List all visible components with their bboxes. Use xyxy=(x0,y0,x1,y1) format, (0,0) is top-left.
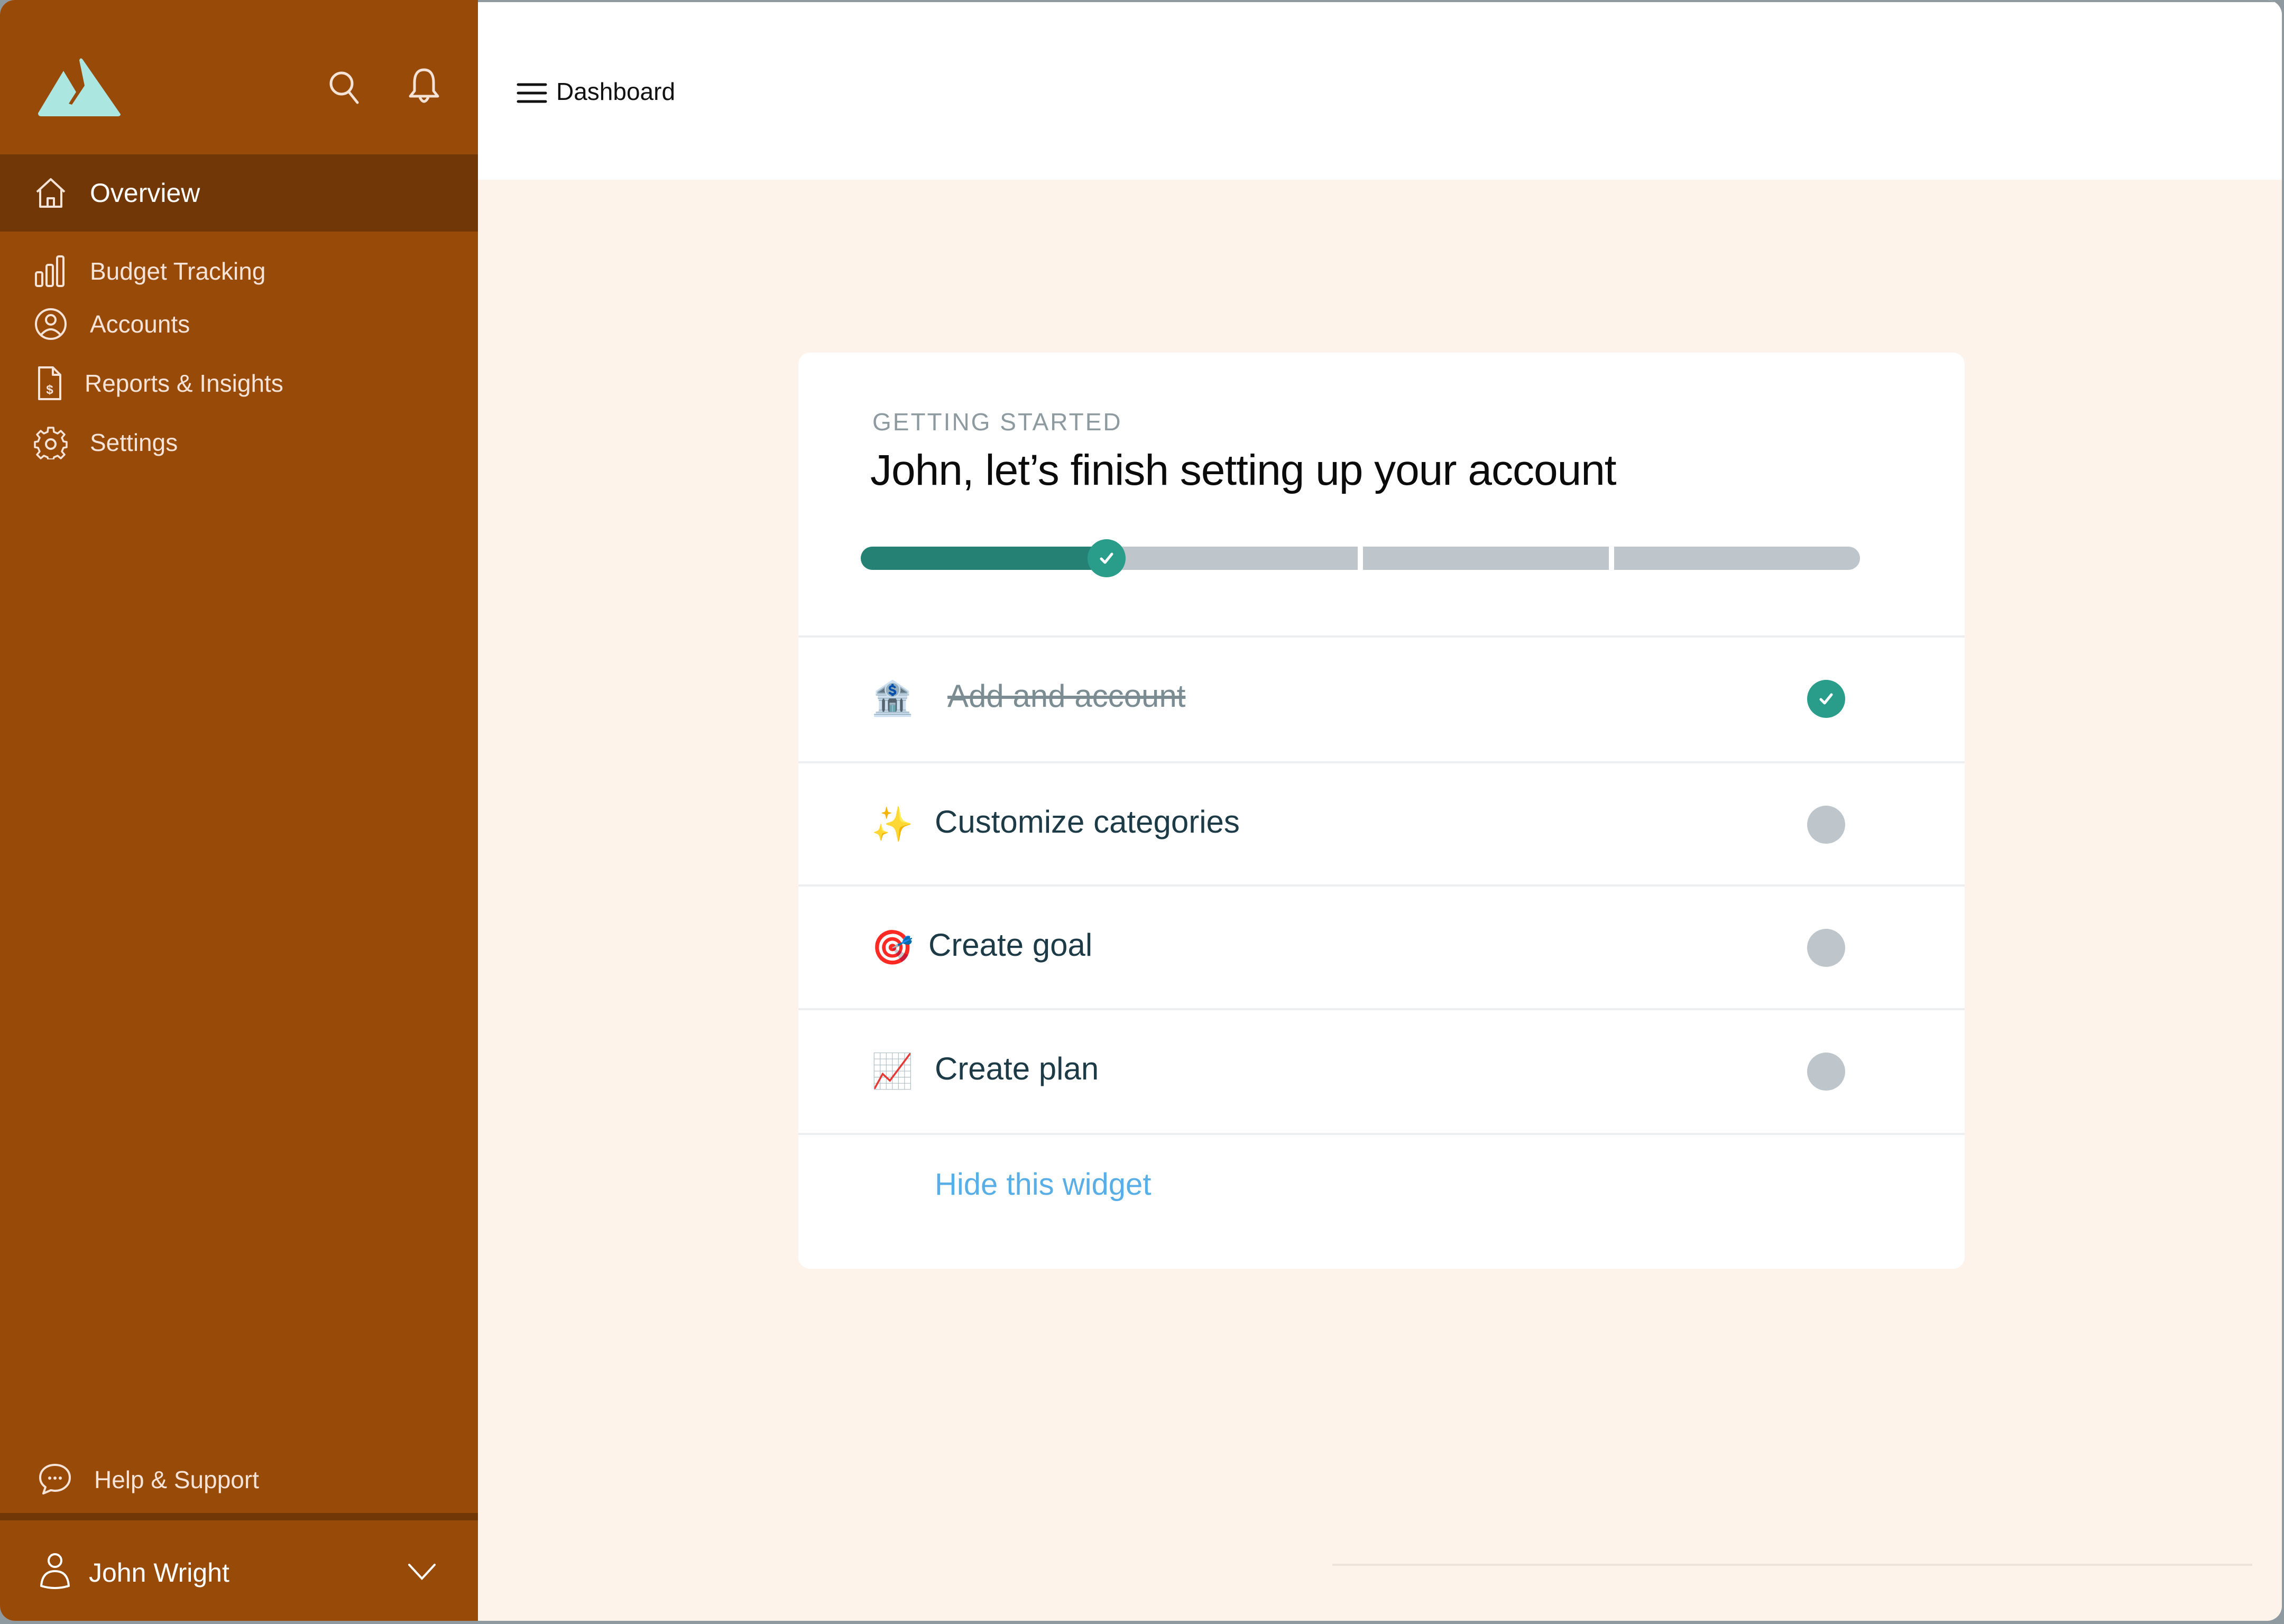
help-support-label: Help & Support xyxy=(94,1466,259,1493)
progress-segment-pending xyxy=(1112,547,1358,570)
mountain-logo-icon[interactable] xyxy=(38,57,121,116)
sparkles-icon: ✨ xyxy=(871,805,914,843)
widget-title: John, let’s finish setting up your accou… xyxy=(870,446,1617,494)
app-window: Overview Budget Tracking Accounts $ Repo… xyxy=(0,0,2282,1621)
divider xyxy=(798,1133,1965,1135)
top-header: Dashboard xyxy=(478,0,2282,180)
chat-bubble-icon xyxy=(39,1464,71,1494)
check-icon xyxy=(1819,693,1833,705)
progress-segment-pending xyxy=(1614,547,1860,570)
sidebar-item-overview[interactable]: Overview xyxy=(0,154,478,232)
task-label: Create goal xyxy=(928,927,1093,963)
sidebar-divider xyxy=(0,1513,478,1520)
chart-increasing-icon: 📈 xyxy=(871,1052,914,1090)
progress-check-icon xyxy=(1088,539,1126,577)
help-support-link[interactable]: Help & Support xyxy=(0,1461,478,1498)
task-row[interactable]: 📈 Create plan xyxy=(798,1010,1965,1134)
task-row[interactable]: 🏦 Add and account xyxy=(798,638,1965,761)
widget-eyebrow: GETTING STARTED xyxy=(872,408,1122,436)
sidebar-item-accounts[interactable]: Accounts xyxy=(0,306,478,343)
user-name: John Wright xyxy=(89,1558,229,1588)
sidebar-item-label: Accounts xyxy=(90,310,190,338)
task-status[interactable] xyxy=(1807,929,1845,967)
home-icon xyxy=(36,178,66,208)
task-status[interactable] xyxy=(1807,680,1845,718)
task-label: Create plan xyxy=(935,1051,1099,1086)
footer-divider xyxy=(1332,1564,2252,1566)
progress-segment-complete xyxy=(861,547,1107,570)
search-icon[interactable] xyxy=(328,68,362,106)
bar-chart-icon xyxy=(35,255,65,287)
gear-icon xyxy=(34,427,68,459)
sidebar-item-settings[interactable]: Settings xyxy=(0,424,478,461)
target-icon: 🎯 xyxy=(871,928,914,966)
user-circle-icon xyxy=(35,308,67,340)
bank-icon: 🏦 xyxy=(871,679,914,717)
user-menu[interactable]: John Wright xyxy=(0,1520,478,1621)
sidebar-item-label: Reports & Insights xyxy=(85,370,283,397)
sidebar-item-label: Settings xyxy=(90,429,178,456)
sidebar-item-reports-insights[interactable]: $ Reports & Insights xyxy=(0,365,478,402)
task-row[interactable]: ✨ Customize categories xyxy=(798,763,1965,887)
hamburger-icon[interactable] xyxy=(516,81,548,105)
bell-icon[interactable] xyxy=(407,68,441,106)
progress-segment-pending xyxy=(1363,547,1609,570)
user-icon xyxy=(40,1553,70,1589)
sidebar-item-budget-tracking[interactable]: Budget Tracking xyxy=(0,253,478,290)
sidebar-item-label: Overview xyxy=(90,178,200,208)
sidebar-item-label: Budget Tracking xyxy=(90,257,266,285)
chevron-down-icon[interactable] xyxy=(406,1558,438,1585)
setup-progress-bar xyxy=(861,539,1860,577)
svg-text:$: $ xyxy=(46,383,53,397)
task-label: Customize categories xyxy=(935,804,1240,839)
getting-started-widget: GETTING STARTED John, let’s finish setti… xyxy=(798,353,1965,1269)
task-label: Add and account xyxy=(947,678,1186,714)
hide-widget-link[interactable]: Hide this widget xyxy=(935,1167,1151,1202)
sidebar: Overview Budget Tracking Accounts $ Repo… xyxy=(0,0,478,1621)
dollar-document-icon: $ xyxy=(38,366,61,400)
task-status[interactable] xyxy=(1807,806,1845,844)
task-row[interactable]: 🎯 Create goal xyxy=(798,887,1965,1010)
task-status[interactable] xyxy=(1807,1053,1845,1091)
page-title: Dashboard xyxy=(556,78,676,105)
